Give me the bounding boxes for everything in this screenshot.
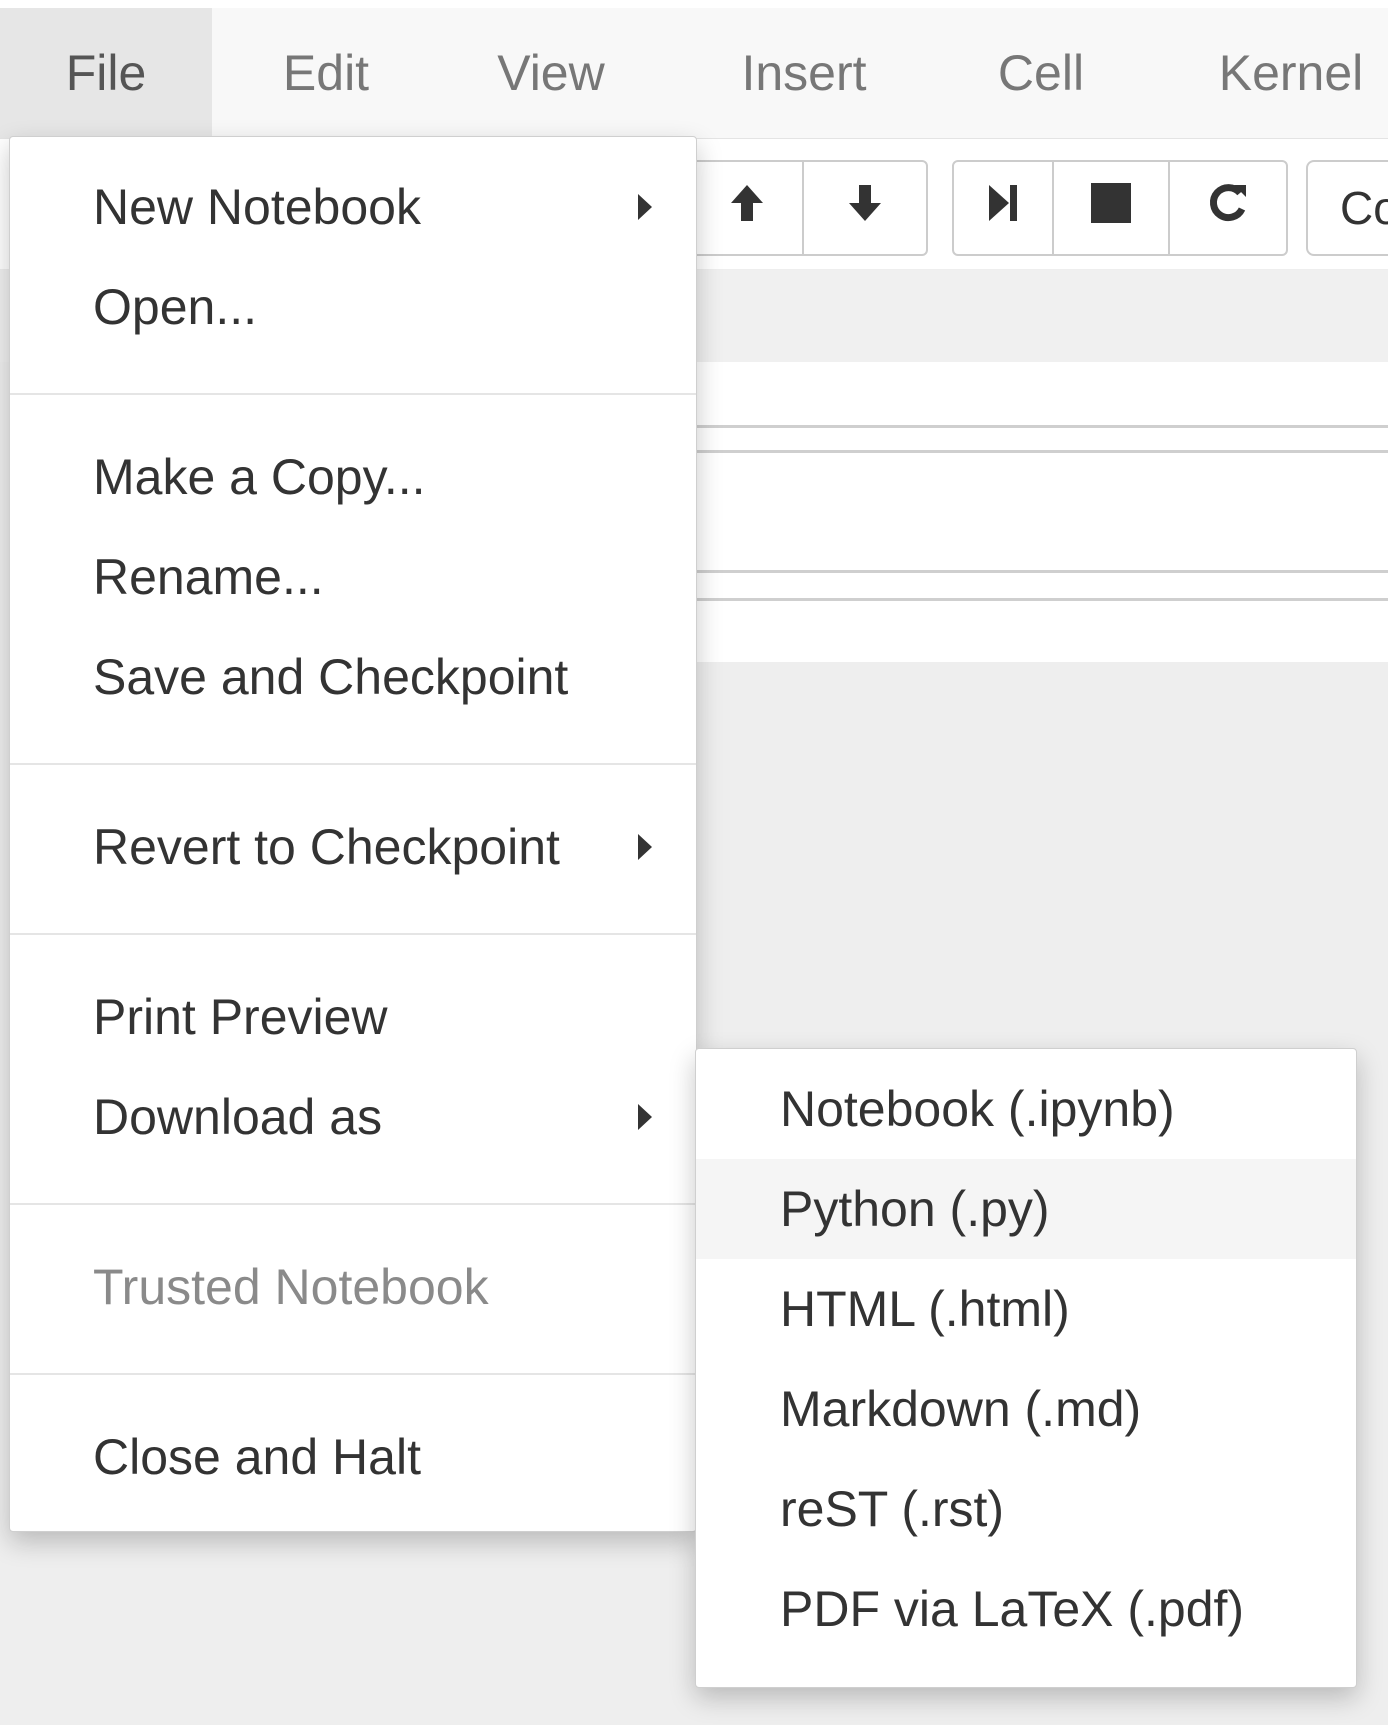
close-halt-item[interactable]: Close and Halt (10, 1407, 696, 1507)
arrow-up-icon (725, 181, 769, 236)
save-checkpoint-item[interactable]: Save and Checkpoint (10, 627, 696, 727)
menu-cell[interactable]: Cell (966, 8, 1116, 138)
move-up-button[interactable] (690, 160, 804, 256)
download-as-item[interactable]: Download as (10, 1067, 696, 1167)
rename-item[interactable]: Rename... (10, 527, 696, 627)
file-menu-dropdown: New Notebook Open... Make a Copy... Rena… (9, 136, 697, 1532)
cell-border-bottom (690, 598, 1388, 601)
download-as-submenu: Notebook (.ipynb) Python (.py) HTML (.ht… (695, 1048, 1357, 1688)
revert-checkpoint-item[interactable]: Revert to Checkpoint (10, 797, 696, 897)
download-md-item[interactable]: Markdown (.md) (696, 1359, 1356, 1459)
new-notebook-label: New Notebook (93, 179, 421, 235)
caret-right-icon (638, 194, 652, 220)
new-notebook-item[interactable]: New Notebook (10, 157, 696, 257)
download-py-item[interactable]: Python (.py) (696, 1159, 1356, 1259)
trusted-notebook-item: Trusted Notebook (93, 1259, 489, 1315)
step-forward-icon (983, 181, 1023, 236)
menubar: File Edit View Insert Cell Kernel (0, 8, 1388, 139)
divider (10, 933, 696, 935)
make-copy-item[interactable]: Make a Copy... (10, 427, 696, 527)
menu-insert[interactable]: Insert (706, 8, 902, 138)
cell-border-inner-top (690, 450, 1388, 453)
download-ipynb-item[interactable]: Notebook (.ipynb) (696, 1059, 1356, 1159)
download-pdf-item[interactable]: PDF via LaTeX (.pdf) (696, 1559, 1356, 1659)
stop-icon (1089, 181, 1133, 236)
notebook-container (660, 362, 1388, 662)
divider (10, 393, 696, 395)
top-strip (0, 0, 1388, 8)
cell-border-top (690, 425, 1388, 428)
download-rst-item[interactable]: reST (.rst) (696, 1459, 1356, 1559)
download-html-item[interactable]: HTML (.html) (696, 1259, 1356, 1359)
print-preview-item[interactable]: Print Preview (10, 967, 696, 1067)
download-as-label: Download as (93, 1089, 383, 1145)
divider (10, 1373, 696, 1375)
menu-view[interactable]: View (462, 8, 640, 138)
revert-checkpoint-label: Revert to Checkpoint (93, 819, 560, 875)
caret-right-icon (638, 1104, 652, 1130)
arrow-down-icon (843, 181, 887, 236)
divider (10, 1203, 696, 1205)
caret-right-icon (638, 834, 652, 860)
move-down-button[interactable] (802, 160, 928, 256)
menu-file[interactable]: File (0, 8, 212, 138)
cell-border-inner-bottom (690, 570, 1388, 573)
restart-icon (1206, 181, 1250, 236)
interrupt-button[interactable] (1052, 160, 1170, 256)
divider (10, 763, 696, 765)
menu-kernel[interactable]: Kernel (1196, 8, 1386, 138)
open-item[interactable]: Open... (10, 257, 696, 357)
run-cell-button[interactable] (952, 160, 1054, 256)
restart-kernel-button[interactable] (1168, 160, 1288, 256)
menu-edit[interactable]: Edit (240, 8, 412, 138)
